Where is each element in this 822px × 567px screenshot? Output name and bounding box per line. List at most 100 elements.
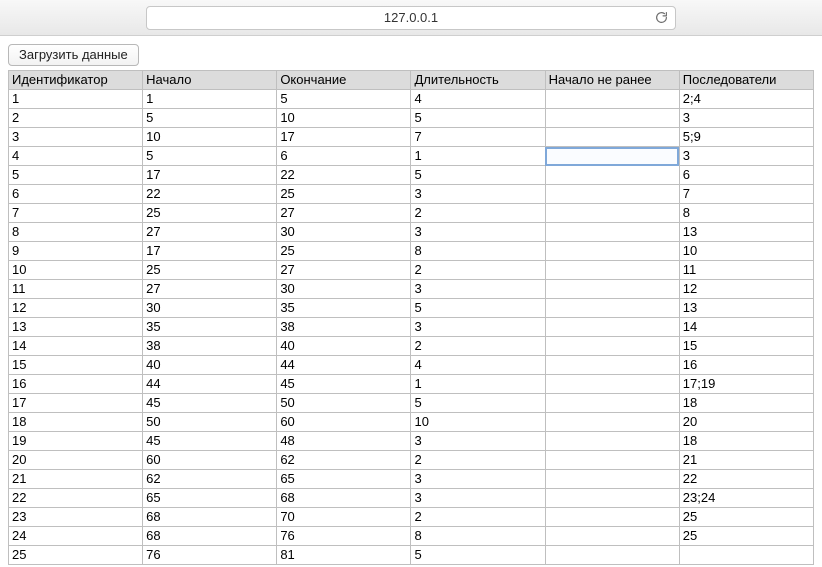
table-cell[interactable]: 3 (411, 280, 545, 299)
table-cell[interactable]: 1 (9, 90, 143, 109)
table-cell[interactable]: 2 (411, 204, 545, 223)
table-cell[interactable] (679, 546, 813, 565)
table-cell[interactable]: 10 (411, 413, 545, 432)
table-cell[interactable]: 2 (411, 337, 545, 356)
table-cell[interactable]: 3 (411, 432, 545, 451)
table-cell[interactable]: 3 (9, 128, 143, 147)
table-cell[interactable]: 1 (143, 90, 277, 109)
table-cell[interactable]: 22 (277, 166, 411, 185)
table-cell[interactable]: 30 (277, 223, 411, 242)
table-cell[interactable]: 3 (411, 470, 545, 489)
table-cell[interactable] (545, 242, 679, 261)
table-cell[interactable]: 81 (277, 546, 411, 565)
table-cell[interactable]: 38 (143, 337, 277, 356)
table-cell[interactable] (545, 337, 679, 356)
table-cell[interactable]: 2 (411, 451, 545, 470)
table-cell[interactable]: 6 (277, 147, 411, 166)
table-cell[interactable]: 10 (679, 242, 813, 261)
table-cell[interactable]: 35 (143, 318, 277, 337)
table-cell[interactable]: 5 (277, 90, 411, 109)
table-header-cell[interactable]: Начало не ранее (545, 71, 679, 90)
table-cell[interactable] (545, 128, 679, 147)
table-cell[interactable]: 62 (143, 470, 277, 489)
table-cell[interactable] (545, 223, 679, 242)
table-cell[interactable]: 18 (679, 394, 813, 413)
table-cell[interactable]: 25 (277, 185, 411, 204)
table-cell[interactable]: 27 (277, 204, 411, 223)
table-cell[interactable]: 5 (411, 394, 545, 413)
table-cell[interactable]: 25 (277, 242, 411, 261)
table-cell[interactable]: 4 (411, 90, 545, 109)
table-cell[interactable]: 3 (679, 109, 813, 128)
reload-icon[interactable] (653, 10, 669, 26)
table-cell[interactable]: 2 (411, 261, 545, 280)
table-cell[interactable]: 23 (9, 508, 143, 527)
table-cell[interactable]: 2;4 (679, 90, 813, 109)
table-cell[interactable]: 3 (411, 318, 545, 337)
table-cell[interactable]: 25 (679, 508, 813, 527)
table-cell[interactable]: 60 (143, 451, 277, 470)
table-cell[interactable]: 5 (143, 147, 277, 166)
table-cell[interactable] (545, 318, 679, 337)
table-cell[interactable] (545, 147, 679, 166)
table-cell[interactable]: 68 (143, 508, 277, 527)
table-cell[interactable]: 25 (679, 527, 813, 546)
table-cell[interactable]: 6 (679, 166, 813, 185)
table-cell[interactable]: 50 (277, 394, 411, 413)
table-cell[interactable]: 21 (9, 470, 143, 489)
table-cell[interactable]: 21 (679, 451, 813, 470)
table-cell[interactable]: 5 (143, 109, 277, 128)
table-cell[interactable]: 20 (679, 413, 813, 432)
table-cell[interactable]: 13 (9, 318, 143, 337)
table-cell[interactable]: 17 (9, 394, 143, 413)
table-cell[interactable]: 6 (9, 185, 143, 204)
table-cell[interactable]: 12 (9, 299, 143, 318)
table-cell[interactable] (545, 470, 679, 489)
table-cell[interactable]: 11 (9, 280, 143, 299)
table-header-cell[interactable]: Окончание (277, 71, 411, 90)
table-cell[interactable]: 65 (277, 470, 411, 489)
table-cell[interactable]: 25 (9, 546, 143, 565)
table-cell[interactable]: 4 (9, 147, 143, 166)
table-cell[interactable]: 40 (277, 337, 411, 356)
table-cell[interactable] (545, 546, 679, 565)
table-cell[interactable]: 16 (9, 375, 143, 394)
table-cell[interactable]: 45 (143, 394, 277, 413)
table-cell[interactable] (545, 261, 679, 280)
table-cell[interactable]: 30 (143, 299, 277, 318)
table-cell[interactable]: 30 (277, 280, 411, 299)
table-cell[interactable]: 13 (679, 299, 813, 318)
table-cell[interactable]: 15 (9, 356, 143, 375)
table-cell[interactable] (545, 166, 679, 185)
table-cell[interactable]: 7 (679, 185, 813, 204)
table-cell[interactable]: 60 (277, 413, 411, 432)
table-cell[interactable]: 24 (9, 527, 143, 546)
table-cell[interactable] (545, 90, 679, 109)
table-cell[interactable]: 13 (679, 223, 813, 242)
table-cell[interactable]: 40 (143, 356, 277, 375)
table-cell[interactable]: 8 (411, 527, 545, 546)
table-cell[interactable]: 3 (411, 185, 545, 204)
table-cell[interactable]: 48 (277, 432, 411, 451)
table-cell[interactable]: 7 (411, 128, 545, 147)
table-cell[interactable] (545, 185, 679, 204)
table-header-cell[interactable]: Идентификатор (9, 71, 143, 90)
table-cell[interactable]: 27 (277, 261, 411, 280)
table-cell[interactable]: 5;9 (679, 128, 813, 147)
table-cell[interactable]: 5 (9, 166, 143, 185)
table-cell[interactable]: 35 (277, 299, 411, 318)
table-cell[interactable] (545, 432, 679, 451)
table-cell[interactable]: 3 (679, 147, 813, 166)
table-cell[interactable] (545, 109, 679, 128)
table-cell[interactable] (545, 394, 679, 413)
table-cell[interactable]: 44 (277, 356, 411, 375)
table-cell[interactable]: 14 (9, 337, 143, 356)
table-cell[interactable]: 17 (277, 128, 411, 147)
table-cell[interactable]: 2 (9, 109, 143, 128)
table-cell[interactable]: 17 (143, 242, 277, 261)
table-cell[interactable]: 70 (277, 508, 411, 527)
table-cell[interactable] (545, 508, 679, 527)
table-cell[interactable] (545, 356, 679, 375)
table-cell[interactable] (545, 413, 679, 432)
table-cell[interactable]: 19 (9, 432, 143, 451)
